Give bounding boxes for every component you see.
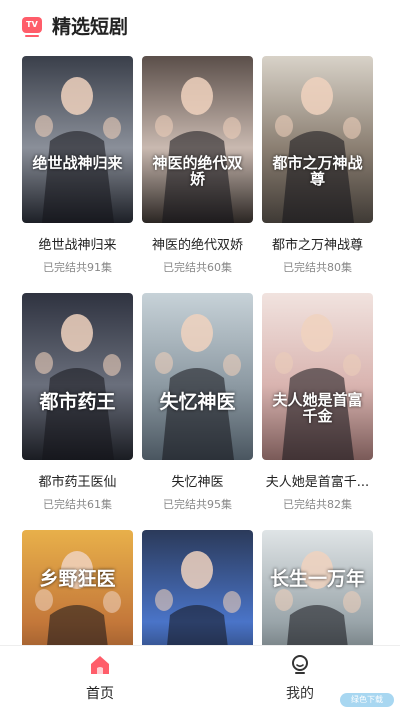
drama-poster-title: 夫人她是首富千金 xyxy=(272,391,363,425)
page-header: TV 精选短剧 xyxy=(0,0,400,50)
drama-poster-title: 长生一万年 xyxy=(269,568,365,590)
drama-title[interactable]: 都市之万神战尊 xyxy=(262,234,373,253)
drama-poster[interactable]: 都市之万神战尊 xyxy=(262,56,373,223)
drama-episode-status: 已完结共91集 xyxy=(43,261,112,274)
drama-poster[interactable]: 夫人她是首富千金 xyxy=(262,293,373,460)
drama-poster-title: 都市之万神战尊 xyxy=(272,154,363,188)
profile-icon xyxy=(292,655,308,674)
drama-title[interactable]: 夫人她是首富千... xyxy=(262,471,373,490)
drama-title[interactable]: 神医的绝代双娇 xyxy=(142,234,253,253)
drama-title[interactable]: 都市药王医仙 xyxy=(22,471,133,490)
drama-title[interactable]: 绝世战神归来 xyxy=(22,234,133,253)
home-icon xyxy=(91,656,109,674)
drama-poster-title: 神医的绝代双娇 xyxy=(152,154,243,188)
drama-poster[interactable]: 神医的绝代双娇 xyxy=(142,56,253,223)
page-title: 精选短剧 xyxy=(52,15,129,38)
drama-poster-title: 都市药王 xyxy=(39,391,116,413)
tv-icon-label: TV xyxy=(26,20,38,29)
tab-home-label: 首页 xyxy=(86,686,114,702)
drama-poster[interactable]: 都市药王 xyxy=(22,293,133,460)
drama-episode-status: 已完结共61集 xyxy=(43,498,112,511)
drama-poster-title: 乡野狂医 xyxy=(39,568,116,590)
drama-card[interactable]: 都市之万神战尊 都市之万神战尊 已完结共80集 xyxy=(262,56,373,275)
drama-title[interactable]: 失忆神医 xyxy=(142,471,253,490)
drama-card[interactable]: 都市药王都市药王医仙已完结共61集 xyxy=(22,293,133,512)
drama-card[interactable]: 绝世战神归来 绝世战神归来已完结共91集 xyxy=(22,56,133,275)
drama-episode-status: 已完结共95集 xyxy=(163,498,232,511)
drama-poster-title: 失忆神医 xyxy=(159,391,236,413)
watermark-badge: 绿色下载 xyxy=(340,693,394,707)
tv-icon: TV xyxy=(22,17,42,37)
drama-episode-status: 已完结共82集 xyxy=(283,498,352,511)
drama-card[interactable]: 失忆神医 失忆神医 已完结共95集 xyxy=(142,293,253,512)
tab-mine-label: 我的 xyxy=(286,686,314,702)
drama-episode-status: 已完结共60集 xyxy=(163,261,232,274)
drama-poster[interactable]: 绝世战神归来 xyxy=(22,56,133,223)
drama-poster-title: 绝世战神归来 xyxy=(32,154,123,172)
drama-card[interactable]: 夫人她是首富千金夫人她是首富千... 已完结共82集 xyxy=(262,293,373,512)
tab-home[interactable]: 首页 xyxy=(0,646,200,711)
drama-poster[interactable]: 失忆神医 xyxy=(142,293,253,460)
drama-card[interactable]: 神医的绝代双娇 神医的绝代双娇 已完结共60集 xyxy=(142,56,253,275)
drama-episode-status: 已完结共80集 xyxy=(283,261,352,274)
